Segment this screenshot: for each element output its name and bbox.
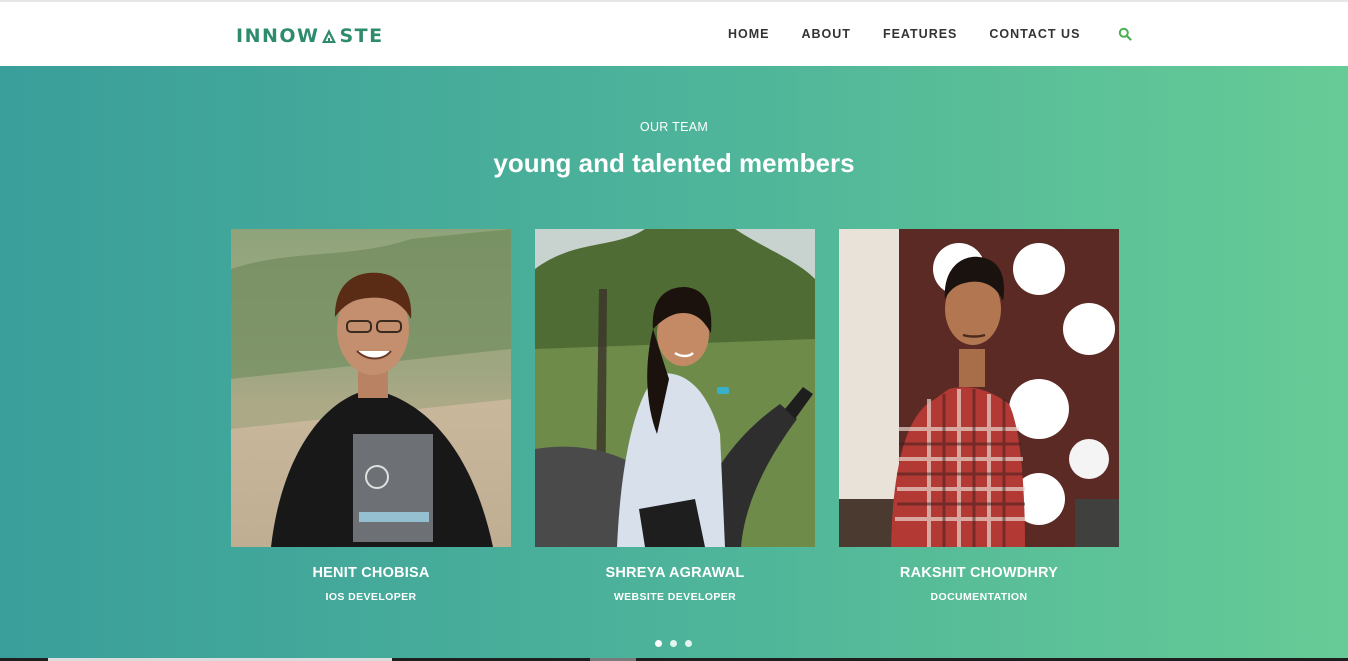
team-member-card: RAKSHIT CHOWDHRY DOCUMENTATION — [839, 229, 1119, 603]
nav-features[interactable]: FEATURES — [883, 27, 957, 41]
carousel-pagination — [655, 640, 700, 647]
member-role: IOS DEVELOPER — [325, 591, 417, 603]
team-member-card: HENIT CHOBISA IOS DEVELOPER — [231, 229, 511, 603]
member-role: WEBSITE DEVELOPER — [613, 591, 737, 603]
carousel-dot[interactable] — [685, 640, 692, 647]
member-name: SHREYA AGRAWAL — [605, 565, 745, 581]
search-icon[interactable] — [1118, 27, 1133, 41]
member-photo — [231, 229, 511, 547]
carousel-dot[interactable] — [670, 640, 677, 647]
member-role: DOCUMENTATION — [930, 591, 1028, 603]
team-section: OUR TEAM young and talented members HENI… — [0, 66, 1348, 661]
section-headline: young and talented members — [493, 148, 855, 178]
nav-home[interactable]: HOME — [728, 27, 770, 41]
main-nav: HOME ABOUT FEATURES CONTACT US — [728, 27, 1133, 41]
nav-about[interactable]: ABOUT — [802, 27, 851, 41]
carousel-dot[interactable] — [655, 640, 662, 647]
brand-name-left: INNOW — [236, 25, 320, 47]
recycle-tree-icon — [322, 29, 337, 43]
member-name: RAKSHIT CHOWDHRY — [899, 565, 1059, 581]
member-photo — [839, 229, 1119, 547]
brand-name-right: STE — [339, 25, 384, 47]
team-member-card: SHREYA AGRAWAL WEBSITE DEVELOPER — [535, 229, 815, 603]
nav-contact-us[interactable]: CONTACT US — [989, 27, 1080, 41]
member-photo — [535, 229, 815, 547]
section-eyebrow: OUR TEAM — [639, 120, 709, 134]
brand-logo[interactable]: INNOW STE — [236, 24, 384, 48]
member-name: HENIT CHOBISA — [312, 565, 430, 581]
navbar: INNOW STE HOME ABOUT FEATURES CONTACT US — [0, 2, 1348, 66]
